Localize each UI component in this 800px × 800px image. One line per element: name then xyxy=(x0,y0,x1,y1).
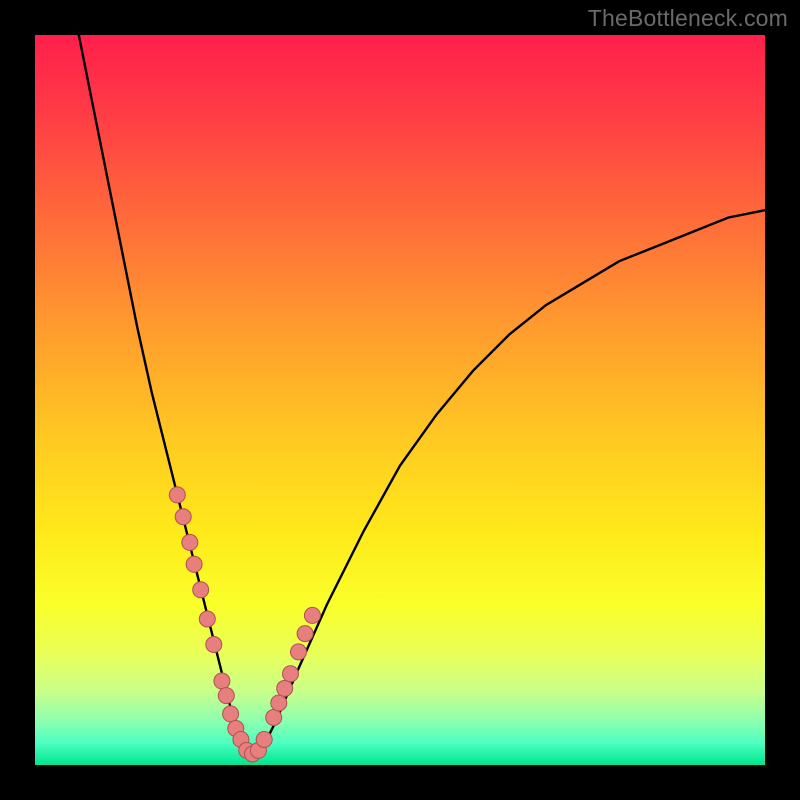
marker-point xyxy=(218,688,234,704)
chart-svg xyxy=(35,35,765,765)
marker-point xyxy=(182,534,198,550)
watermark-text: TheBottleneck.com xyxy=(588,5,788,32)
plot-area xyxy=(35,35,765,765)
marker-point xyxy=(214,673,230,689)
chart-frame: TheBottleneck.com xyxy=(0,0,800,800)
bottleneck-curve xyxy=(79,35,765,758)
highlight-markers xyxy=(169,487,320,762)
marker-point xyxy=(283,666,299,682)
marker-point xyxy=(256,732,272,748)
marker-point xyxy=(277,680,293,696)
marker-point xyxy=(291,644,307,660)
marker-point xyxy=(199,611,215,627)
marker-point xyxy=(304,607,320,623)
marker-point xyxy=(175,509,191,525)
marker-point xyxy=(297,626,313,642)
marker-point xyxy=(223,706,239,722)
marker-point xyxy=(271,695,287,711)
marker-point xyxy=(266,710,282,726)
marker-point xyxy=(186,556,202,572)
marker-point xyxy=(206,637,222,653)
marker-point xyxy=(193,582,209,598)
marker-point xyxy=(169,487,185,503)
